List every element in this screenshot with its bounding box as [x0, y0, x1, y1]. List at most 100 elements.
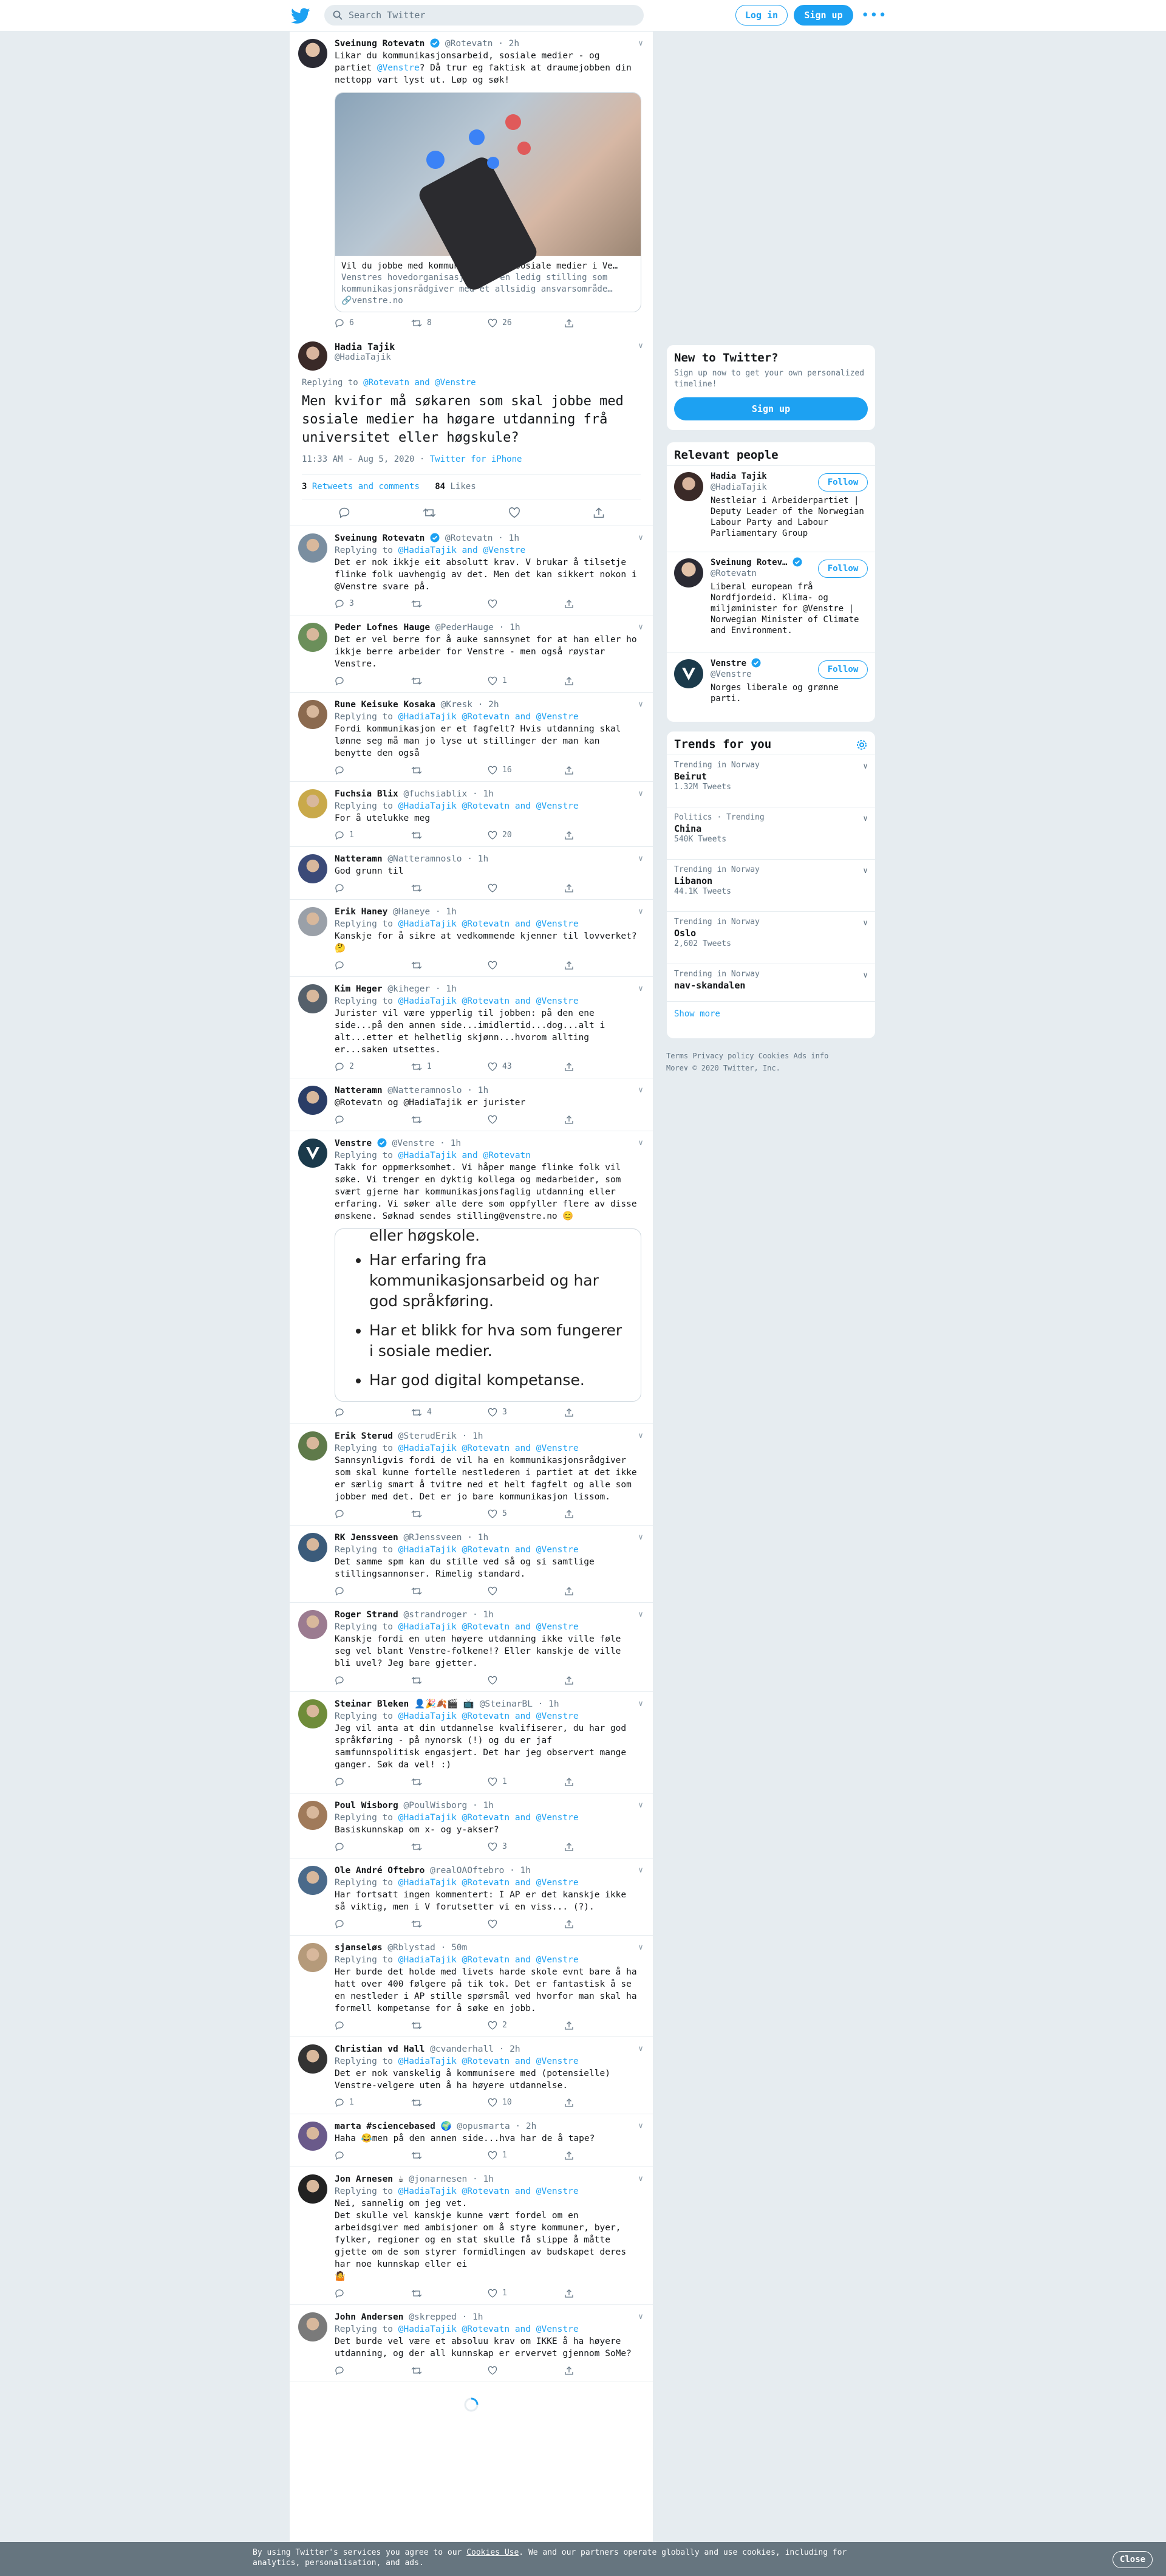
author-handle[interactable]: @Rotevatn · 1h: [445, 533, 519, 543]
share-button[interactable]: [564, 2366, 641, 2376]
reply-button[interactable]: 1: [335, 829, 411, 841]
reply-tweet[interactable]: ∨ Poul Wisborg @PoulWisborg · 1h Replying …: [290, 1793, 653, 1858]
author-handle[interactable]: @Rotevatn: [445, 39, 493, 49]
like-button[interactable]: 20: [488, 829, 564, 841]
avatar[interactable]: [298, 2174, 327, 2204]
replying-to-link[interactable]: @Rotevatn and @Venstre: [363, 378, 476, 388]
reply-button[interactable]: [335, 1842, 411, 1852]
author-handle[interactable]: @kiheger · 1h: [387, 984, 457, 994]
close-button[interactable]: Close: [1113, 2551, 1153, 2568]
author-handle[interactable]: @cvanderhall · 2h: [430, 2044, 520, 2054]
person-card[interactable]: Follow Venstre @Venstre Norges liberale …: [667, 653, 875, 713]
author-name[interactable]: Natteramn: [335, 1086, 383, 1095]
avatar[interactable]: [674, 472, 703, 501]
share-button[interactable]: [564, 676, 641, 686]
author-handle[interactable]: @RJenssveen · 1h: [404, 1533, 489, 1543]
like-button[interactable]: [488, 883, 564, 893]
trend-item[interactable]: ∨ Trending in Norway Libanon 44.1K Tweets: [667, 859, 875, 911]
retweet-button[interactable]: [411, 599, 488, 609]
author-handle[interactable]: @SteinarBL · 1h: [480, 1699, 559, 1709]
retweet-button[interactable]: 1: [411, 1061, 488, 1073]
author-name[interactable]: Fuchsia Blix: [335, 789, 398, 799]
reply-tweet[interactable]: ∨ Fuchsia Blix @fuchsiablix · 1h Replying …: [290, 782, 653, 847]
author-name[interactable]: Steinar Bleken 👤🎉🍂🎬 📺: [335, 1699, 474, 1709]
chevron-down-icon[interactable]: ∨: [638, 788, 643, 800]
retweet-button[interactable]: [411, 831, 488, 840]
replying-to-link[interactable]: @HadiaTajik @Rotevatn and @Venstre: [398, 2187, 579, 2196]
author-handle[interactable]: @Natteramnoslo · 1h: [387, 1086, 488, 1095]
parent-tweet[interactable]: ∨ Sveinung Rotevatn @Rotevatn · 2h Likar…: [290, 32, 653, 334]
share-button[interactable]: [564, 1842, 641, 1852]
reply-button[interactable]: [335, 676, 411, 686]
reply-tweet[interactable]: ∨ Sveinung Rotevatn @Rotevatn · 1h Replyin…: [290, 526, 653, 615]
avatar[interactable]: [298, 984, 327, 1013]
reply-tweet[interactable]: ∨ Natteramn @Natteramnoslo · 1h @Rotevatn …: [290, 1078, 653, 1131]
author-handle[interactable]: @Natteramnoslo · 1h: [387, 854, 488, 864]
author-name[interactable]: sjanseløs: [335, 1943, 383, 1953]
like-button[interactable]: [488, 2366, 564, 2376]
avatar[interactable]: [298, 1610, 327, 1639]
replying-to-link[interactable]: @HadiaTajik @Rotevatn and @Venstre: [398, 2324, 579, 2334]
person-card[interactable]: Follow Hadia Tajik @HadiaTajik Nestleiar…: [667, 465, 875, 552]
like-button[interactable]: 1: [488, 1776, 564, 1788]
chevron-down-icon[interactable]: ∨: [638, 1800, 643, 1812]
retweet-button[interactable]: [411, 961, 488, 970]
chevron-down-icon[interactable]: ∨: [863, 866, 868, 877]
avatar[interactable]: [298, 341, 327, 371]
share-button[interactable]: [564, 599, 641, 609]
avatar[interactable]: [298, 1866, 327, 1895]
author-name[interactable]: Roger Strand: [335, 1610, 398, 1620]
chevron-down-icon[interactable]: ∨: [638, 2120, 643, 2132]
author-handle[interactable]: @realOAOftebro · 1h: [430, 1866, 531, 1875]
chevron-down-icon[interactable]: ∨: [638, 1698, 643, 1710]
avatar[interactable]: [298, 39, 327, 68]
reply-button[interactable]: [335, 883, 411, 893]
chevron-down-icon[interactable]: ∨: [863, 814, 868, 824]
avatar[interactable]: [298, 2312, 327, 2341]
chevron-down-icon[interactable]: ∨: [638, 2043, 643, 2055]
avatar[interactable]: [298, 700, 327, 729]
share-button[interactable]: [564, 2021, 641, 2030]
avatar[interactable]: [674, 659, 703, 688]
avatar[interactable]: [298, 1801, 327, 1830]
link-card[interactable]: Vil du jobbe med kommunikasjon og sosial…: [335, 92, 641, 312]
author-handle[interactable]: @strandroger · 1h: [404, 1610, 494, 1620]
trend-item[interactable]: ∨ Trending in Norway Oslo 2,602 Tweets: [667, 911, 875, 964]
retweet-button[interactable]: [411, 2021, 488, 2030]
mention-link[interactable]: @Venstre: [377, 63, 420, 73]
reply-tweet[interactable]: ∨ Erik Sterud @SterudErik · 1h Replying to…: [290, 1424, 653, 1526]
reply-button[interactable]: 1: [335, 2097, 411, 2109]
reply-tweet[interactable]: ∨ Ole André Oftebro @realOAOftebro · 1h Re…: [290, 1858, 653, 1936]
like-button[interactable]: 1: [488, 2287, 564, 2300]
like-button[interactable]: 16: [488, 764, 564, 776]
reply-button[interactable]: [335, 1919, 411, 1929]
reply-tweet[interactable]: ∨ Jon Arnesen ☕ @jonarnesen · 1h Replying …: [290, 2167, 653, 2305]
avatar[interactable]: [298, 2122, 327, 2151]
likes-label[interactable]: Likes: [450, 482, 476, 492]
share-button[interactable]: [564, 961, 641, 970]
retweet-button[interactable]: [411, 1777, 488, 1787]
chevron-down-icon[interactable]: ∨: [863, 918, 868, 929]
replying-to-link[interactable]: @HadiaTajik @Rotevatn and @Venstre: [398, 712, 579, 722]
author-handle[interactable]: @SterudErik · 1h: [398, 1431, 483, 1441]
replying-to-link[interactable]: @HadiaTajik @Rotevatn and @Venstre: [398, 1444, 579, 1453]
reply-tweet[interactable]: ∨ Christian vd Hall @cvanderhall · 2h Repl…: [290, 2037, 653, 2114]
replying-to-link[interactable]: @HadiaTajik @Rotevatn and @Venstre: [398, 1955, 579, 1965]
retweet-button[interactable]: [411, 1509, 488, 1519]
chevron-down-icon[interactable]: ∨: [638, 1609, 643, 1621]
replying-to-link[interactable]: @HadiaTajik @Rotevatn and @Venstre: [398, 996, 579, 1006]
author-name[interactable]: Natteramn: [335, 854, 383, 864]
author-handle[interactable]: @fuchsiablix · 1h: [404, 789, 494, 799]
author-name[interactable]: Hadia Tajik: [335, 341, 641, 352]
reply-button[interactable]: [335, 1777, 411, 1787]
like-button[interactable]: [488, 1676, 564, 1685]
reply-tweet[interactable]: ∨ Steinar Bleken 👤🎉🍂🎬 📺 @SteinarBL · 1h Re…: [290, 1692, 653, 1793]
chevron-down-icon[interactable]: ∨: [638, 2311, 643, 2323]
author-handle[interactable]: @Haneye · 1h: [393, 907, 457, 917]
like-button[interactable]: 43: [488, 1061, 564, 1073]
share-button[interactable]: [564, 883, 641, 893]
like-button[interactable]: 10: [488, 2097, 564, 2109]
like-button[interactable]: 1: [488, 2150, 564, 2162]
chevron-down-icon[interactable]: ∨: [638, 983, 643, 995]
author-name[interactable]: marta #sciencebased 🌍: [335, 2122, 452, 2131]
